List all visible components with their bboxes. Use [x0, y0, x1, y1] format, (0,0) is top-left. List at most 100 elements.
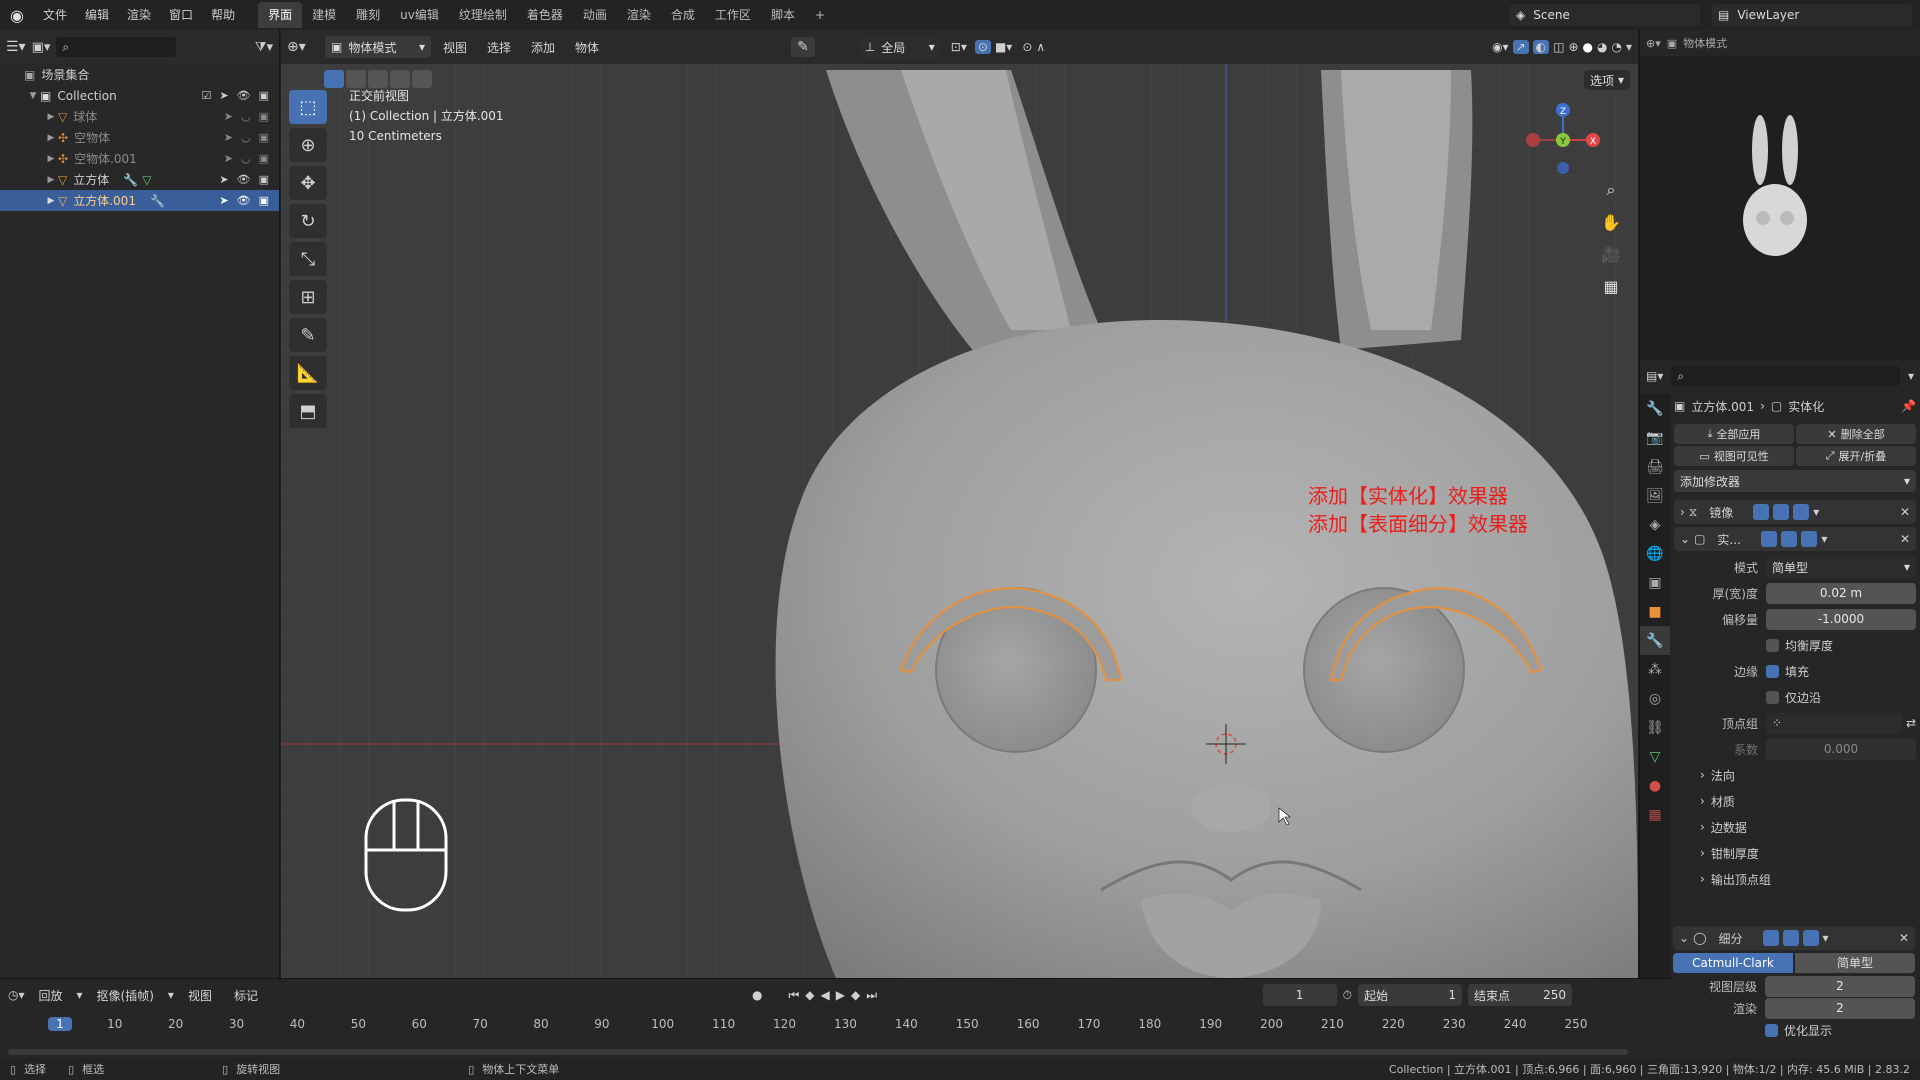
add-modifier-dropdown[interactable]: 添加修改器 ▾ — [1674, 470, 1916, 492]
modifier-solidify-header[interactable]: ⌄ ▢ 实... ▾ ✕ — [1674, 527, 1916, 551]
menu-help[interactable]: 帮助 — [202, 0, 244, 30]
menu-render[interactable]: 渲染 — [118, 0, 160, 30]
solid-shading-icon[interactable]: ● — [1583, 40, 1593, 54]
scene-tab-icon[interactable]: ◈ — [1640, 510, 1670, 539]
prev-keyframe-icon[interactable]: ◆ — [805, 988, 814, 1002]
output-tab-icon[interactable]: 🖨 — [1640, 452, 1670, 481]
catmull-clark-button[interactable]: Catmull-Clark — [1673, 953, 1793, 973]
annotate-tool-icon[interactable]: ✎ — [289, 318, 327, 352]
texture-tab-icon[interactable]: ▦ — [1640, 800, 1670, 829]
render-levels-field[interactable]: 2 — [1765, 997, 1915, 1019]
particles-tab-icon[interactable]: ⁂ — [1640, 655, 1670, 684]
object-tab-icon[interactable]: ■ — [1640, 597, 1670, 626]
close-icon[interactable]: ✕ — [1900, 532, 1910, 546]
viewlayer-selector[interactable]: ▤ ViewLayer — [1712, 4, 1912, 26]
expand-triangle-icon[interactable]: ▶ — [44, 112, 58, 122]
hidden-eye-icon[interactable]: ◡ — [241, 131, 251, 144]
render-toggle-icon[interactable] — [1802, 930, 1819, 946]
hidden-eye-icon[interactable]: ◡ — [241, 152, 251, 165]
tab-workspace[interactable]: 工作区 — [705, 2, 761, 28]
properties-search-input[interactable]: ⌕ — [1671, 366, 1900, 386]
editor-type-icon[interactable]: ▤▾ — [1646, 369, 1663, 383]
selectable-arrow-icon[interactable]: ➤ — [224, 110, 233, 123]
rotate-tool-icon[interactable]: ↻ — [289, 204, 327, 238]
current-frame-field[interactable]: 1 — [1262, 984, 1337, 1006]
mode-dropdown[interactable]: ▣ 物体模式 ▾ — [325, 36, 431, 58]
modifier-name[interactable]: 细分 — [1719, 930, 1759, 947]
chevron-down-icon[interactable]: ⌄ — [1679, 931, 1689, 945]
selectable-arrow-icon[interactable]: ➤ — [224, 131, 233, 144]
close-icon[interactable]: ✕ — [1899, 931, 1909, 945]
tab-uv-editing[interactable]: uv编辑 — [390, 2, 449, 28]
outliner-item-selected[interactable]: ▶ ▽ 立方体.001 🔧 ➤ 👁 ▣ — [0, 190, 279, 211]
outliner-item[interactable]: ▶ ✣ 空物体 ➤ ◡ ▣ — [0, 127, 279, 148]
render-tab-icon[interactable]: 📷 — [1640, 423, 1670, 452]
tab-modeling[interactable]: 建模 — [302, 2, 346, 28]
subpanel-materials[interactable]: › 材质 — [1674, 788, 1916, 814]
render-camera-icon[interactable]: ▣ — [259, 173, 269, 186]
realtime-toggle-icon[interactable] — [1782, 930, 1799, 946]
modifier-wrench-tab-icon[interactable]: 🔧 — [1640, 626, 1670, 655]
visibility-eye-icon[interactable]: 👁 — [237, 194, 251, 207]
chevron-down-icon[interactable]: ⌄ — [1680, 532, 1690, 546]
vertex-group-field[interactable]: ⁘ — [1766, 712, 1902, 734]
scale-tool-icon[interactable]: ⤡ — [289, 242, 327, 276]
edit-mode-toggle-icon[interactable] — [1753, 504, 1770, 520]
chevron-down-icon[interactable]: ▾ — [1813, 505, 1819, 519]
constraints-tab-icon[interactable]: ⛓ — [1640, 713, 1670, 742]
rim-only-checkbox[interactable] — [1766, 690, 1779, 704]
axis-gizmo[interactable]: Z X Y — [1518, 90, 1608, 190]
modifier-subsurf-header[interactable]: ⌄ ◯ 细分 ▾ ✕ — [1673, 926, 1915, 950]
render-camera-icon[interactable]: ▣ — [259, 131, 269, 144]
jump-end-icon[interactable]: ⏭ — [866, 988, 877, 1003]
next-keyframe-icon[interactable]: ◆ — [851, 988, 860, 1002]
invert-arrows-icon[interactable]: ⇄ — [1906, 716, 1916, 730]
expand-triangle-icon[interactable]: ▶ — [44, 133, 58, 143]
material-shading-icon[interactable]: ◕ — [1597, 40, 1607, 54]
exclude-checkbox-icon[interactable]: ☑ — [202, 89, 212, 102]
subpanel-normals[interactable]: › 法向 — [1674, 762, 1916, 788]
visibility-eye-icon[interactable]: 👁 — [237, 89, 251, 102]
tab-shading[interactable]: 着色器 — [517, 2, 573, 28]
selectable-arrow-icon[interactable]: ➤ — [219, 194, 228, 207]
apply-all-button[interactable]: ⤓ 全部应用 — [1674, 424, 1794, 444]
close-icon[interactable]: ✕ — [1900, 505, 1910, 519]
timeline-scrollbar[interactable] — [8, 1049, 1628, 1055]
transform-tool-icon[interactable]: ⊞ — [289, 280, 327, 314]
collection-tab-icon[interactable]: ▣ — [1640, 568, 1670, 597]
material-tab-icon[interactable]: ● — [1640, 771, 1670, 800]
data-tab-icon[interactable]: ▽ — [1640, 742, 1670, 771]
snap-magnet-icon[interactable]: ⊙ — [974, 40, 991, 54]
ortho-grid-icon[interactable]: ▦ — [1596, 271, 1626, 301]
render-camera-icon[interactable]: ▣ — [259, 194, 269, 207]
menu-add[interactable]: 添加 — [523, 39, 563, 56]
editor-type-icon[interactable]: ⊕▾ — [287, 39, 321, 55]
measure-tool-icon[interactable]: 📐 — [289, 356, 327, 390]
3d-viewport[interactable]: ⊕▾ ▣ 物体模式 ▾ 视图 选择 添加 物体 ✎ ⊥ 全局 ▾ ⊡▾ ⊙ ■▾… — [281, 30, 1638, 978]
hidden-eye-icon[interactable]: ◡ — [241, 110, 251, 123]
cursor-tool-icon[interactable]: ⊕ — [289, 128, 327, 162]
modifier-name[interactable]: 镜像 — [1709, 504, 1749, 521]
menu-window[interactable]: 窗口 — [160, 0, 202, 30]
collection-row[interactable]: ▼ ▣ Collection ☑ ➤ 👁 ▣ — [0, 85, 279, 106]
wireframe-shading-icon[interactable]: ⊕ — [1568, 40, 1578, 54]
options-dropdown[interactable]: 选项 ▾ — [1583, 70, 1630, 90]
move-tool-icon[interactable]: ✥ — [289, 166, 327, 200]
render-camera-icon[interactable]: ▣ — [259, 89, 269, 102]
display-mode-icon[interactable]: ▣▾ — [32, 40, 51, 55]
menu-marker[interactable]: 标记 — [226, 987, 266, 1004]
tool-tab-icon[interactable]: 🔧 — [1640, 394, 1670, 423]
tab-animation[interactable]: 动画 — [573, 2, 617, 28]
add-workspace-plus-icon[interactable]: + — [805, 2, 835, 28]
render-toggle-icon[interactable] — [1801, 531, 1818, 547]
physics-tab-icon[interactable]: ◎ — [1640, 684, 1670, 713]
tab-layout[interactable]: 界面 — [258, 2, 303, 28]
edit-mode-toggle-icon[interactable] — [1762, 930, 1779, 946]
outliner-item[interactable]: ▶ ✣ 空物体.001 ➤ ◡ ▣ — [0, 148, 279, 169]
expand-triangle-icon[interactable]: ▶ — [44, 196, 58, 206]
outliner-item[interactable]: ▶ ▽ 立方体 🔧 ▽ ➤ 👁 ▣ — [0, 169, 279, 190]
navigation-gizmo[interactable]: Z X Y — [1518, 90, 1608, 210]
select-box-tool-icon[interactable]: ⬚ — [289, 90, 327, 124]
tab-compositing[interactable]: 合成 — [661, 2, 705, 28]
menu-edit[interactable]: 编辑 — [76, 0, 118, 30]
